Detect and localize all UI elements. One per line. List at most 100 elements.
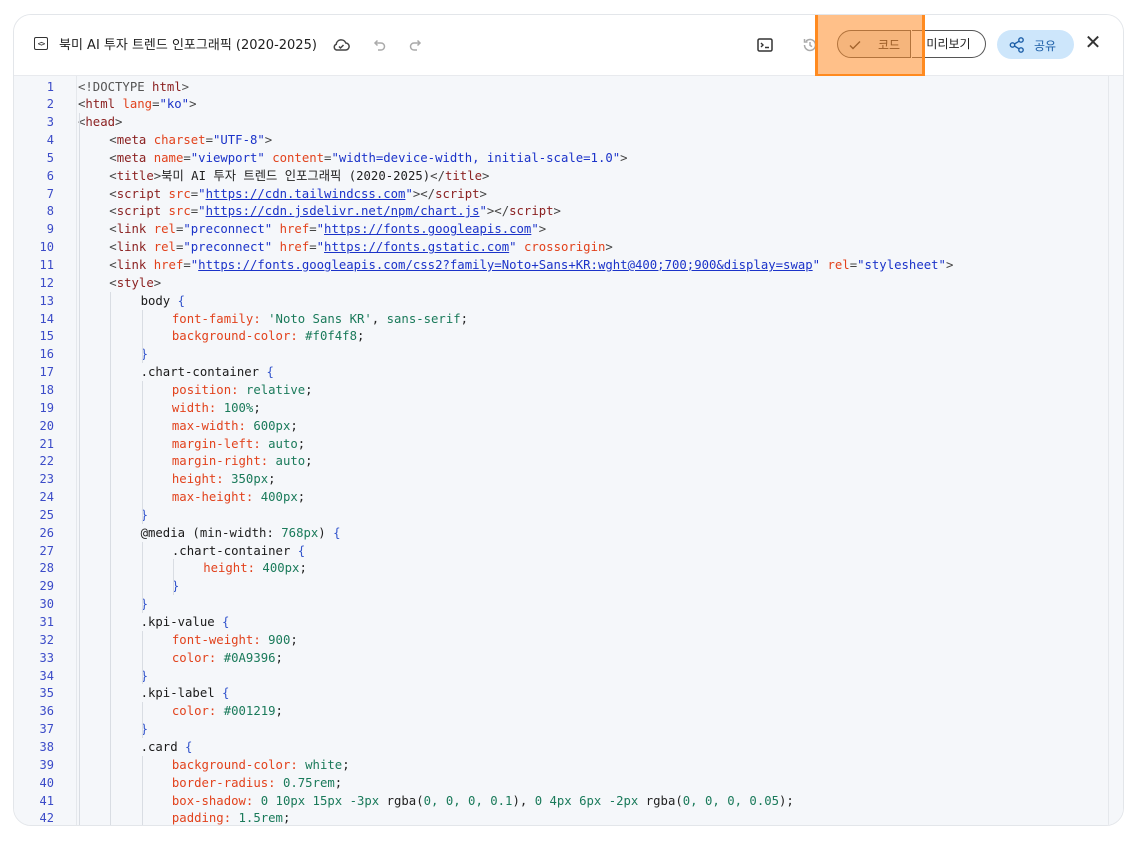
code-token: = <box>309 222 317 237</box>
code-token: = <box>183 258 191 272</box>
code-token: meta <box>116 150 154 165</box>
line-number: 13 <box>39 293 54 308</box>
code-token: padding: <box>171 811 239 826</box>
code-line: box-shadow: 0 10px 15px -3px rgba(0, 0, … <box>172 792 794 810</box>
code-token: rel <box>153 222 176 237</box>
code-token: body <box>140 293 178 308</box>
line-number: 26 <box>39 525 54 540</box>
code-token: href <box>279 222 310 237</box>
code-line: font-weight: 900; <box>172 631 298 649</box>
line-number: 15 <box>39 329 54 344</box>
code-token: 0, 0, 0, 0.05 <box>682 793 780 808</box>
line-number: 7 <box>46 186 54 201</box>
line-number: 37 <box>39 722 54 737</box>
code-area[interactable]: <!DOCTYPE html> <html lang="ko"> <head> <me… <box>78 76 1109 825</box>
undo-icon[interactable] <box>369 35 389 55</box>
code-token: #001219 <box>223 704 276 719</box>
line-number: 39 <box>39 757 54 772</box>
code-token: @media <box>140 525 193 540</box>
line-number: 12 <box>39 275 54 290</box>
line-number: 17 <box>39 365 54 380</box>
code-line: font-family: 'Noto Sans KR', sans-serif; <box>172 310 468 328</box>
line-number: 11 <box>39 258 54 272</box>
code-token: lang <box>122 97 153 112</box>
code-token: .chart-container <box>140 365 267 380</box>
code-token: height: <box>171 472 232 487</box>
code-token: script <box>116 186 169 201</box>
code-token: #f0f4f8 <box>305 329 357 344</box>
code-token: ), <box>512 793 535 808</box>
indent-guide <box>141 702 143 738</box>
code-token: title <box>444 168 483 183</box>
cloud-sync-icon[interactable] <box>331 35 351 55</box>
code-line: height: 350px; <box>172 470 276 488</box>
line-number: 25 <box>39 507 54 522</box>
indent-guide <box>141 541 143 613</box>
code-token: { <box>222 686 230 701</box>
code-line: <title>북미 AI 투자 트렌드 인포그래픽 (2020-2025)</t… <box>109 167 489 185</box>
line-number: 30 <box>39 597 54 612</box>
share-button[interactable]: 공유 <box>997 30 1074 59</box>
code-token: 900 <box>268 632 291 647</box>
code-token: https://cdn.jsdelivr.net/npm/chart.js <box>205 204 480 219</box>
code-token: #0A9396 <box>223 650 276 665</box>
code-token: auto <box>275 454 306 469</box>
code-token: > <box>605 240 613 255</box>
code-line: padding: 1.5rem; <box>171 809 291 826</box>
code-token: < <box>109 186 117 201</box>
code-token: " <box>316 222 325 237</box>
code-token: " <box>405 186 413 201</box>
indent-guide <box>172 559 174 596</box>
vertical-scrollbar[interactable] <box>1108 76 1123 825</box>
code-line: margin-right: auto; <box>172 452 313 470</box>
line-number: 14 <box>39 311 54 326</box>
code-token: https://fonts.googleapis.com <box>324 222 532 237</box>
code-token: rgba( <box>386 793 424 808</box>
line-number: 1 <box>46 79 54 94</box>
line-number: 29 <box>39 579 54 594</box>
line-number: 41 <box>39 793 54 808</box>
code-token: "preconnect" <box>183 240 280 255</box>
code-token: 북미 AI 투자 트렌드 인포그래픽 (2020-2025) <box>161 168 431 183</box>
code-token: height: <box>203 561 263 576</box>
code-token: > <box>479 186 487 201</box>
code-line: <!DOCTYPE html> <box>78 78 189 96</box>
redo-icon[interactable] <box>406 35 426 55</box>
code-token: " <box>531 222 539 237</box>
code-editor[interactable]: 1 2 3 4 5 6 7 8 9 10 11 12 13 14 15 16 17 18 19 20 21 22 23 24 2… <box>14 76 1123 825</box>
code-token: ; <box>282 811 291 826</box>
code-token: ; <box>275 704 283 719</box>
code-token: 0 10px 15px -3px <box>260 793 387 808</box>
indent-guide <box>141 309 143 364</box>
history-icon[interactable] <box>800 35 820 55</box>
code-token: rel <box>153 240 176 255</box>
code-token: 1.5rem <box>238 811 283 826</box>
code-token: https://fonts.gstatic.com <box>324 240 510 255</box>
code-token: " <box>479 204 487 219</box>
code-token: color: <box>171 704 224 719</box>
line-number: 27 <box>39 543 54 558</box>
code-token: " <box>316 240 325 255</box>
line-number: 42 <box>39 811 54 826</box>
code-token: margin-left: <box>171 436 269 451</box>
preview-button[interactable]: 미리보기 <box>912 30 986 58</box>
close-icon[interactable]: ✕ <box>1084 32 1102 52</box>
code-line: <link href="https://fonts.googleapis.com… <box>109 256 953 274</box>
code-line: <meta name="viewport" content="width=dev… <box>109 149 627 167</box>
code-token: " <box>198 186 206 201</box>
indent-guide <box>79 113 80 825</box>
code-token: script <box>509 204 554 219</box>
code-token: title <box>116 168 154 183</box>
terminal-icon[interactable] <box>755 35 775 55</box>
code-token: src <box>168 186 191 201</box>
code-token: < <box>109 275 117 290</box>
line-number: 40 <box>39 775 54 790</box>
code-view-button[interactable]: 코드 <box>837 30 911 58</box>
line-number: 5 <box>46 150 54 165</box>
code-token: font-family: <box>171 311 269 326</box>
code-line: height: 400px; <box>203 559 307 577</box>
code-editor-window: < > 북미 AI 투자 트렌드 인포그래픽 (2020-2025) 코드 미리보… <box>13 14 1124 826</box>
code-token: > <box>553 204 561 219</box>
code-line: @media (min-width: 768px) { <box>141 524 341 542</box>
code-token: width: <box>171 400 224 415</box>
